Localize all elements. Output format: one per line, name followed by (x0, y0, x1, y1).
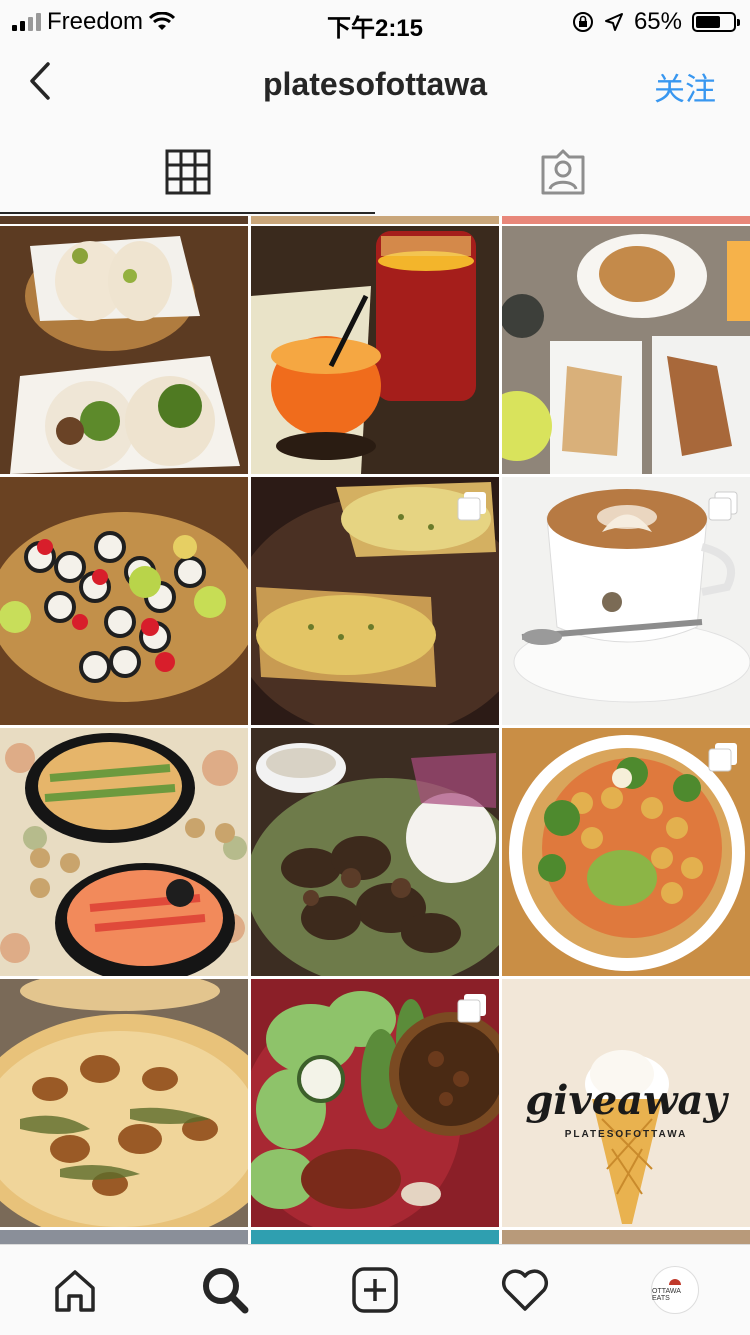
page-title: platesofottawa (262, 66, 488, 102)
post-thumbnail[interactable]: giveaway PLATESOFOTTAWA (502, 979, 750, 1227)
post-thumbnail[interactable] (0, 477, 248, 725)
post-grid: giveaway PLATESOFOTTAWA (0, 216, 750, 1244)
post-thumbnail[interactable] (502, 216, 750, 224)
new-post-button[interactable] (345, 1260, 405, 1320)
search-button[interactable] (195, 1260, 255, 1320)
multi-photo-icon (457, 994, 486, 1023)
giveaway-brand: PLATESOFOTTAWA (564, 1129, 688, 1140)
post-thumbnail[interactable] (251, 1230, 499, 1244)
post-thumbnail[interactable] (502, 226, 750, 474)
home-button[interactable] (45, 1260, 105, 1320)
status-right: 65% (572, 8, 740, 36)
profile-tabs (0, 128, 750, 216)
add-post-icon (352, 1267, 398, 1313)
post-thumbnail[interactable] (251, 477, 499, 725)
tab-grid[interactable] (0, 128, 375, 216)
battery-percent: 65% (633, 8, 682, 35)
post-thumbnail[interactable] (251, 979, 499, 1227)
location-icon (604, 13, 623, 31)
battery-icon (692, 12, 740, 32)
post-thumbnail[interactable] (0, 226, 248, 474)
heart-icon (501, 1269, 549, 1311)
nav-bar: platesofottawa 关注 (0, 40, 750, 128)
tagged-user-icon (541, 149, 584, 195)
post-thumbnail[interactable] (0, 216, 248, 224)
tab-tagged[interactable] (375, 128, 750, 216)
multi-photo-icon (457, 492, 486, 521)
multi-photo-icon (708, 743, 737, 772)
post-thumbnail[interactable] (0, 1230, 248, 1244)
post-thumbnail[interactable] (502, 1230, 750, 1244)
post-thumbnail[interactable] (502, 477, 750, 725)
profile-button[interactable]: OTTAWA EATS (645, 1260, 705, 1320)
follow-button[interactable]: 关注 (654, 64, 716, 109)
post-thumbnail[interactable] (251, 728, 499, 976)
post-thumbnail[interactable] (0, 728, 248, 976)
post-thumbnail[interactable] (0, 979, 248, 1227)
home-icon (55, 1270, 95, 1312)
post-thumbnail[interactable] (251, 216, 499, 224)
post-thumbnail[interactable] (502, 728, 750, 976)
bottom-tab-bar: OTTAWA EATS (0, 1244, 750, 1335)
avatar-text: OTTAWA EATS (652, 1287, 681, 1302)
activity-button[interactable] (495, 1260, 555, 1320)
multi-photo-icon (708, 491, 738, 521)
search-icon (203, 1268, 249, 1314)
avatar: OTTAWA EATS (651, 1266, 699, 1314)
post-thumbnail[interactable] (251, 226, 499, 474)
avatar-logo-icon (669, 1278, 681, 1285)
active-tab-indicator (0, 212, 375, 214)
orientation-lock-icon (572, 12, 593, 32)
giveaway-script: giveaway (525, 1077, 727, 1124)
status-bar: Freedom 下午2:15 65% (0, 0, 750, 42)
grid-icon (165, 149, 210, 195)
